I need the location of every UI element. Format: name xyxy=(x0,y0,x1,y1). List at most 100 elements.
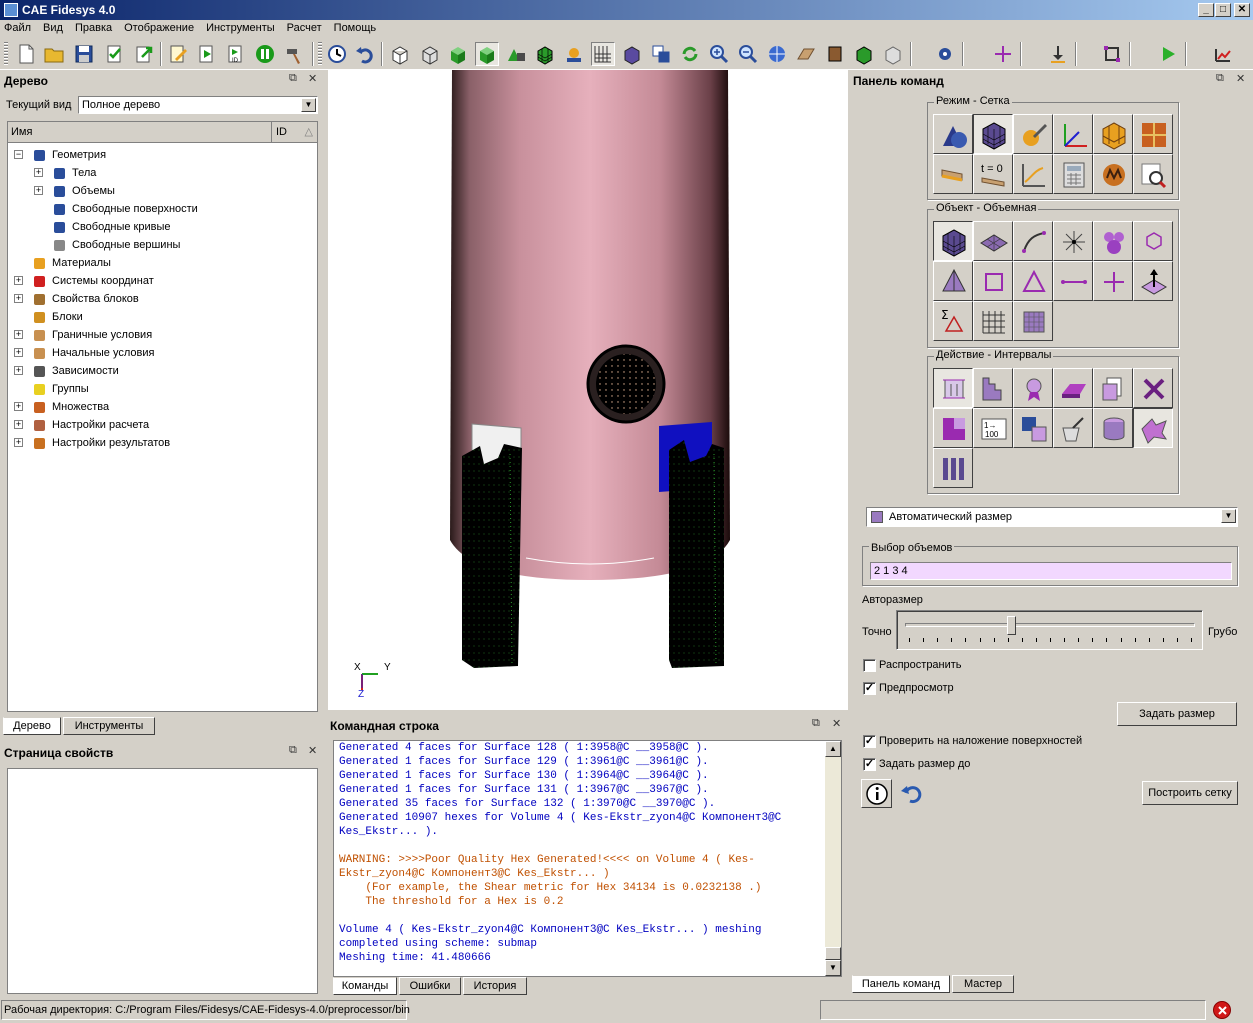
undo-icon[interactable] xyxy=(353,42,377,66)
set-size-button[interactable]: Задать размер xyxy=(1117,702,1237,726)
action-cylinder-icon[interactable] xyxy=(1093,408,1133,448)
tab-commands[interactable]: Команды xyxy=(333,977,397,995)
collapse-icon[interactable]: − xyxy=(14,150,23,159)
pause-icon[interactable] xyxy=(253,42,277,66)
menu-view[interactable]: Вид xyxy=(37,20,69,38)
rotate-globe-icon[interactable] xyxy=(765,42,789,66)
menu-tools[interactable]: Инструменты xyxy=(200,20,281,38)
mode-boundary-icon[interactable] xyxy=(933,154,973,194)
new-file-icon[interactable] xyxy=(14,42,38,66)
action-swap-icon[interactable] xyxy=(1013,408,1053,448)
mode-coordinates-icon[interactable] xyxy=(1053,114,1093,154)
volume-select-input[interactable]: 2 1 3 4 xyxy=(870,562,1232,580)
crosshair-icon[interactable] xyxy=(991,42,1015,66)
tree-item[interactable]: + Свойства блоков xyxy=(8,290,317,308)
expand-icon[interactable]: + xyxy=(14,366,23,375)
3d-viewport[interactable]: X Y Z xyxy=(328,70,848,710)
scroll-down-icon[interactable]: ▼ xyxy=(825,960,841,976)
scroll-up-icon[interactable]: ▲ xyxy=(825,741,841,757)
clip-plane-icon[interactable] xyxy=(881,42,905,66)
load-arrow-icon[interactable] xyxy=(1046,42,1070,66)
object-point-icon[interactable] xyxy=(1093,261,1133,301)
console-scrollbar[interactable]: ▲ ▼ xyxy=(825,741,841,976)
object-tetra-icon[interactable] xyxy=(933,261,973,301)
console-output[interactable]: Generated 4 faces for Surface 128 ( 1:39… xyxy=(333,740,842,977)
tree-item[interactable]: + Объемы xyxy=(8,182,317,200)
mode-mesh-icon[interactable] xyxy=(973,114,1013,154)
command-panel-float-button[interactable]: ⧉ xyxy=(1216,72,1224,85)
tree-item[interactable]: Свободные поверхности xyxy=(8,200,317,218)
tree-item[interactable]: + Начальные условия xyxy=(8,344,317,362)
menu-display[interactable]: Отображение xyxy=(118,20,200,38)
object-curve-icon[interactable] xyxy=(1013,221,1053,261)
close-window-button[interactable]: ✕ xyxy=(1234,3,1250,17)
constraint-icon[interactable] xyxy=(1100,42,1124,66)
action-quad-icon[interactable] xyxy=(933,408,973,448)
tree-item[interactable]: Блоки xyxy=(8,308,317,326)
run-script-icon[interactable] xyxy=(195,42,219,66)
fit-icon[interactable] xyxy=(823,42,847,66)
chevron-down-icon[interactable]: ▼ xyxy=(1221,509,1236,523)
interval-method-select[interactable]: Автоматический размер ▼ xyxy=(866,507,1238,527)
object-hexgrid-icon[interactable] xyxy=(1013,301,1053,341)
chevron-down-icon[interactable]: ▼ xyxy=(301,98,316,112)
scroll-thumb[interactable] xyxy=(825,947,841,960)
view-hidden-icon[interactable] xyxy=(418,42,442,66)
action-smooth-icon[interactable] xyxy=(1053,368,1093,408)
expand-icon[interactable]: + xyxy=(14,438,23,447)
console-float-button[interactable]: ⧉ xyxy=(812,717,820,730)
properties-area[interactable] xyxy=(7,768,318,994)
tree-item[interactable]: + Тела xyxy=(8,164,317,182)
view-windows-icon[interactable] xyxy=(649,42,673,66)
minimize-button[interactable]: _ xyxy=(1198,3,1214,17)
expand-icon[interactable]: + xyxy=(14,402,23,411)
menu-file[interactable]: Файл xyxy=(0,20,37,38)
expand-icon[interactable]: + xyxy=(34,168,43,177)
zoom-out-icon[interactable] xyxy=(736,42,760,66)
run-calculation-icon[interactable] xyxy=(1156,42,1180,66)
tree-item[interactable]: Свободные вершины xyxy=(8,236,317,254)
view-groups-icon[interactable] xyxy=(562,42,586,66)
view-box-icon[interactable] xyxy=(620,42,644,66)
tree-item[interactable]: + Граничные условия xyxy=(8,326,317,344)
run-id-icon[interactable]: ID xyxy=(224,42,248,66)
object-grid-icon[interactable] xyxy=(973,301,1013,341)
info-button[interactable] xyxy=(861,779,892,808)
action-delete-icon[interactable] xyxy=(1133,368,1173,408)
tree-item[interactable]: + Системы координат xyxy=(8,272,317,290)
set-size-to-checkbox[interactable]: ✓ xyxy=(863,758,876,771)
settings-gear-icon[interactable] xyxy=(933,42,957,66)
maximize-button[interactable]: □ xyxy=(1215,3,1231,17)
object-quad-icon[interactable] xyxy=(973,261,1013,301)
toolbar-grip[interactable] xyxy=(318,42,322,66)
propagate-checkbox[interactable] xyxy=(863,659,876,672)
script-edit-icon[interactable] xyxy=(166,42,190,66)
tree-item[interactable]: + Настройки расчета xyxy=(8,416,317,434)
expand-icon[interactable]: + xyxy=(14,276,23,285)
view-grid-icon[interactable] xyxy=(591,42,615,66)
object-surface-icon[interactable] xyxy=(973,221,1013,261)
mode-geometry-icon[interactable] xyxy=(933,114,973,154)
action-interval-icon[interactable] xyxy=(933,368,973,408)
mode-material-icon[interactable] xyxy=(1013,114,1053,154)
history-icon[interactable] xyxy=(325,42,349,66)
object-edge-icon[interactable] xyxy=(1053,261,1093,301)
object-normal-icon[interactable] xyxy=(1133,261,1173,301)
tab-command-panel[interactable]: Панель команд xyxy=(852,975,950,993)
column-id-header[interactable]: ID △ xyxy=(273,122,317,142)
tree-item[interactable]: + Настройки результатов xyxy=(8,434,317,452)
tab-wizard[interactable]: Мастер xyxy=(952,975,1014,993)
expand-icon[interactable]: + xyxy=(14,330,23,339)
zoom-in-icon[interactable] xyxy=(707,42,731,66)
slider-thumb[interactable] xyxy=(1006,616,1016,635)
expand-icon[interactable]: + xyxy=(14,294,23,303)
tree-item[interactable]: Материалы xyxy=(8,254,317,272)
object-group-icon[interactable] xyxy=(1093,221,1133,261)
autosize-slider[interactable] xyxy=(896,610,1203,650)
console-close-button[interactable]: ✕ xyxy=(832,717,841,730)
action-stairs-icon[interactable] xyxy=(973,368,1013,408)
tree-item[interactable]: Группы xyxy=(8,380,317,398)
properties-close-button[interactable]: ✕ xyxy=(308,744,317,757)
command-panel-close-button[interactable]: ✕ xyxy=(1236,72,1245,85)
reset-icon[interactable] xyxy=(899,781,925,807)
